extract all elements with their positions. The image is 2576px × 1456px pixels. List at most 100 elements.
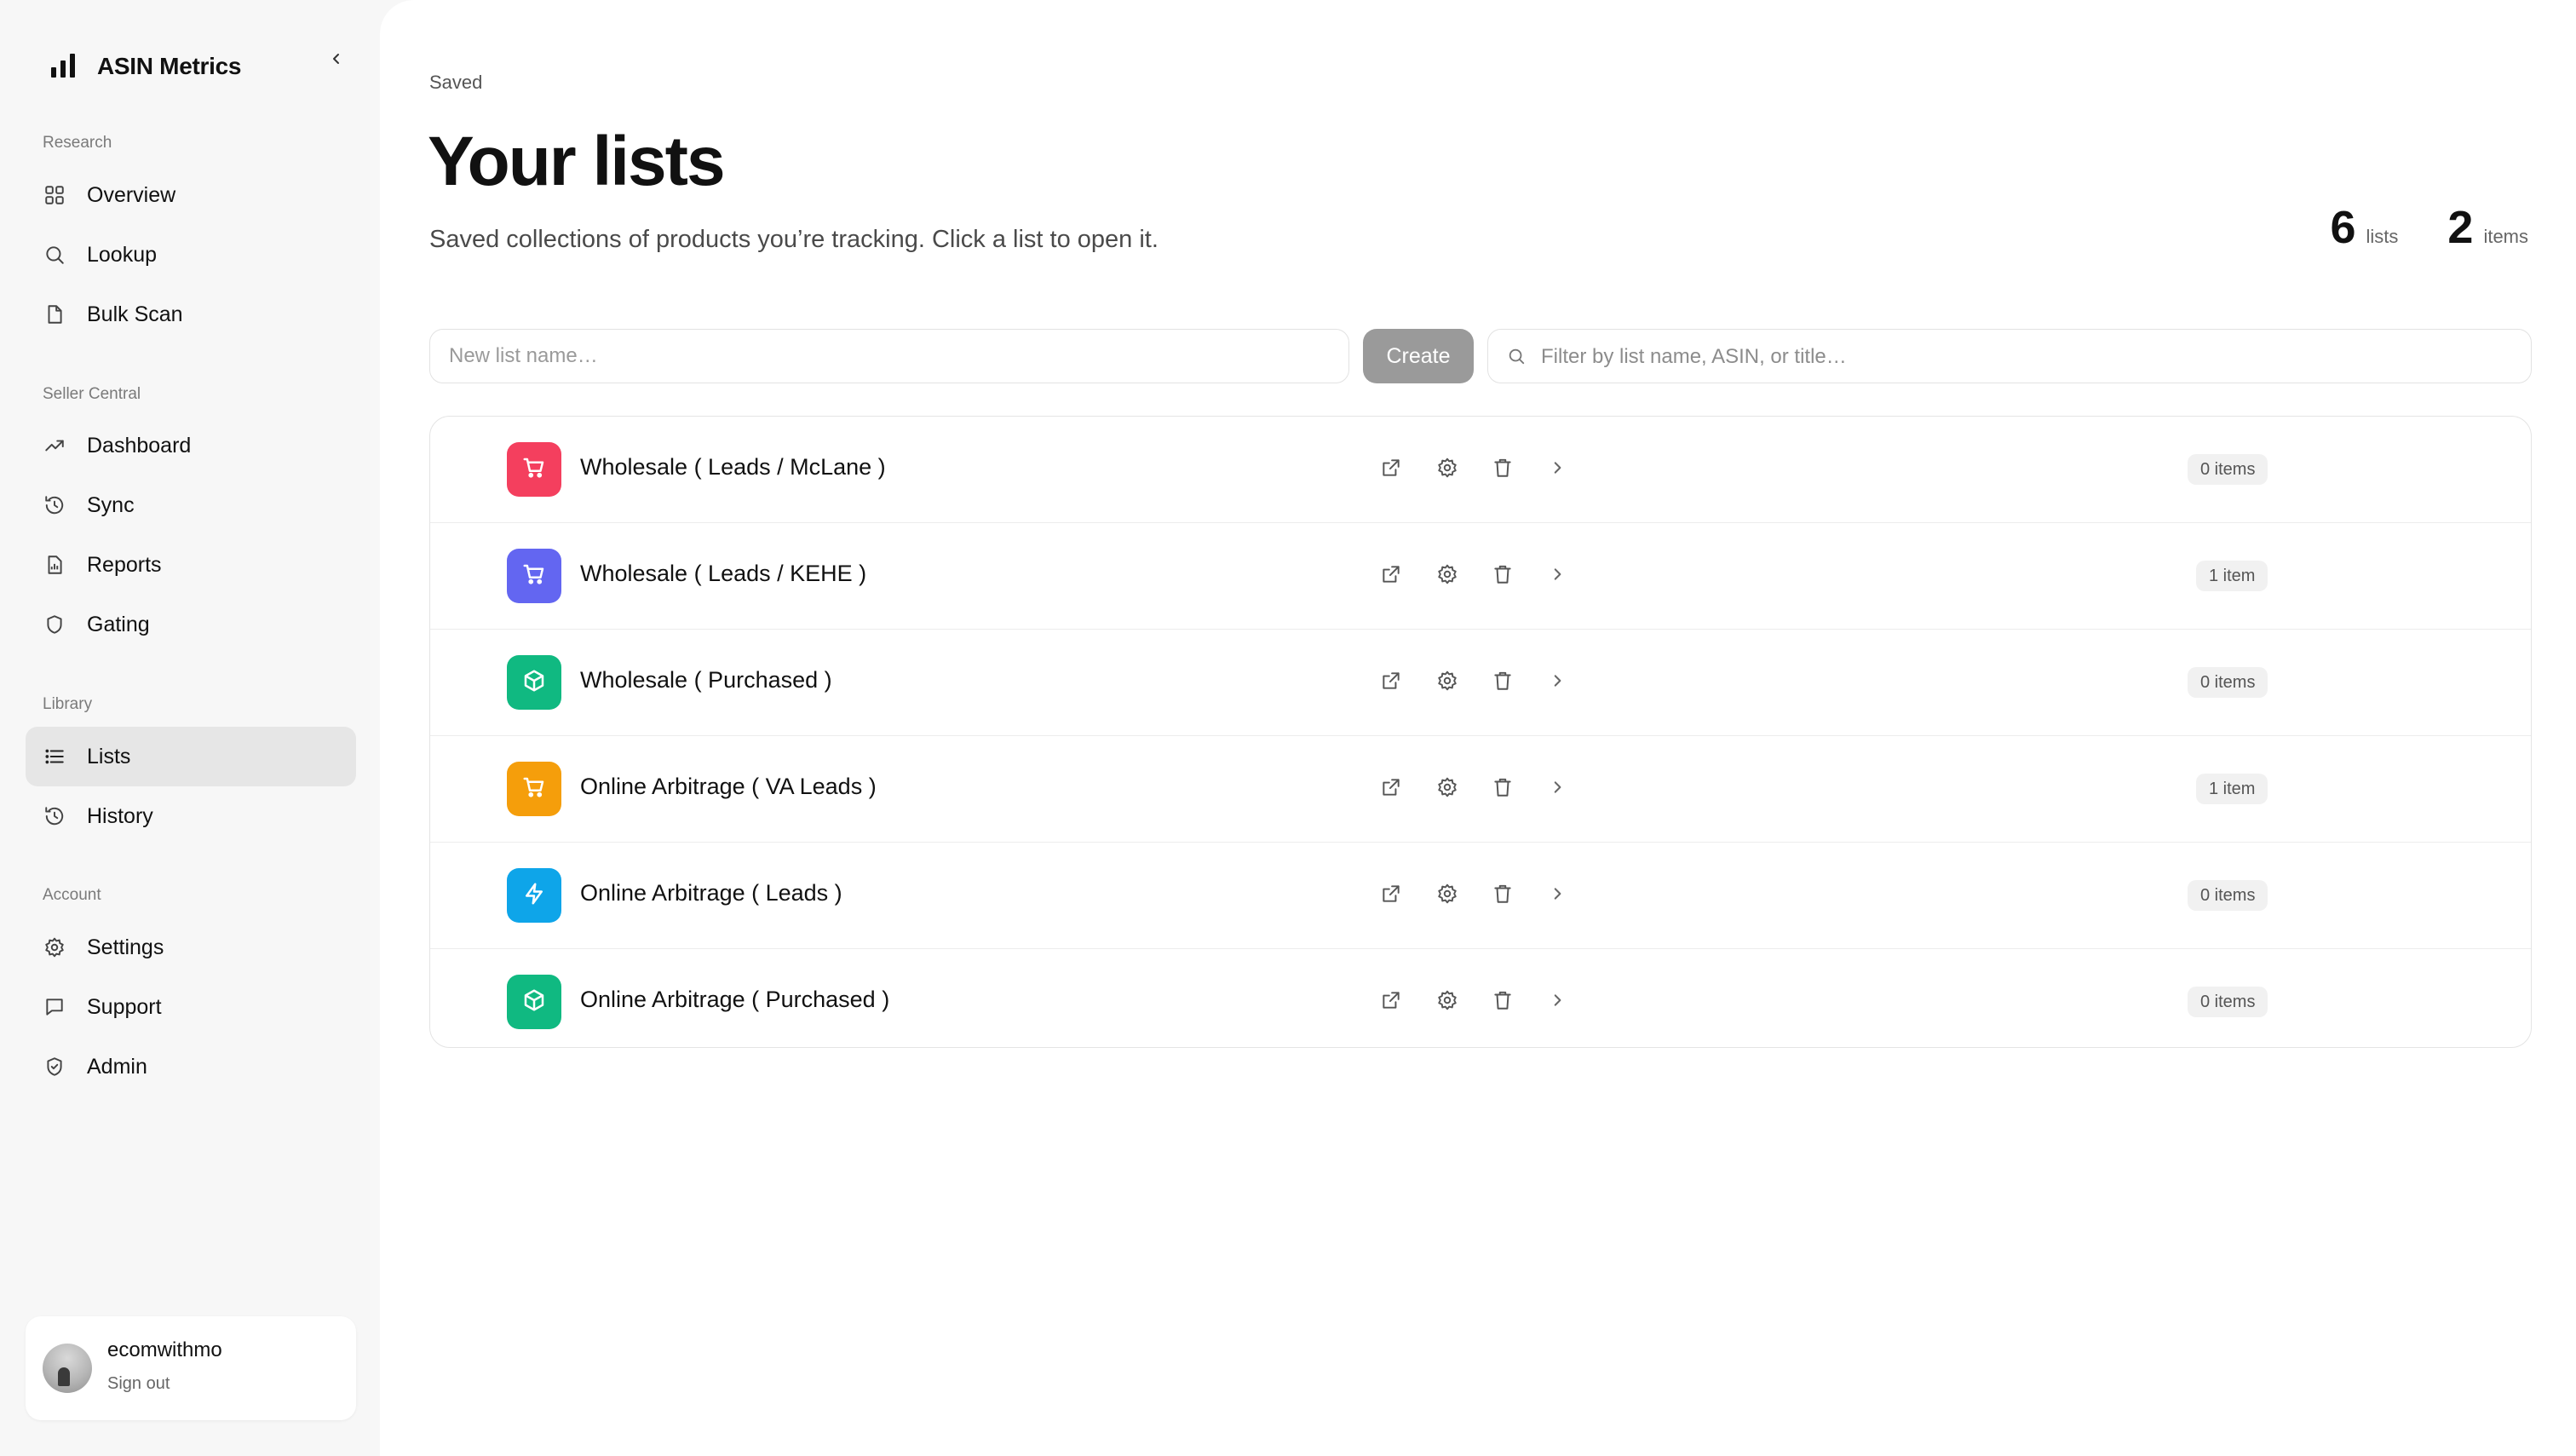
list-settings-button[interactable] <box>1432 987 1463 1017</box>
open-list-chevron[interactable] <box>1542 987 1573 1017</box>
item-count-badge: 0 items <box>2188 987 2268 1017</box>
list-name[interactable]: Online Arbitrage ( Leads ) <box>580 880 842 906</box>
list-row[interactable]: Online Arbitrage ( VA Leads ) 1 item <box>430 736 2531 843</box>
item-count-badge: 1 item <box>2196 561 2268 591</box>
box-icon <box>521 668 547 698</box>
chevron-right-icon <box>1550 673 1565 693</box>
report-icon <box>43 553 66 577</box>
sidebar-item-dashboard[interactable]: Dashboard <box>26 416 356 475</box>
list-settings-button[interactable] <box>1432 880 1463 911</box>
open-list-chevron[interactable] <box>1542 454 1573 485</box>
trash-icon <box>1492 457 1514 483</box>
sidebar-item-reports[interactable]: Reports <box>26 535 356 595</box>
list-settings-button[interactable] <box>1432 667 1463 698</box>
stats: 6 lists 2 items <box>2280 201 2528 254</box>
sidebar-item-label: Support <box>87 994 162 1019</box>
search-icon <box>43 243 66 267</box>
open-list-chevron[interactable] <box>1542 880 1573 911</box>
new-list-name-input[interactable] <box>429 329 1349 383</box>
lists-table: Wholesale ( Leads / McLane ) 0 items Who… <box>429 416 2532 1048</box>
item-count-badge: 0 items <box>2188 454 2268 485</box>
list-row[interactable]: Online Arbitrage ( Leads ) 0 items <box>430 843 2531 949</box>
page-title: Your lists <box>428 123 726 200</box>
collapse-sidebar-button[interactable] <box>324 48 349 73</box>
sidebar-item-label: Lookup <box>87 242 158 267</box>
open-list-button[interactable] <box>1376 880 1406 911</box>
delete-list-button[interactable] <box>1487 774 1518 804</box>
chevron-right-icon <box>1550 460 1565 480</box>
section-label-account: Account <box>43 886 101 904</box>
list-settings-button[interactable] <box>1432 774 1463 804</box>
gear-icon <box>1436 776 1458 803</box>
sidebar-item-label: Bulk Scan <box>87 302 183 326</box>
chevron-right-icon <box>1550 780 1565 799</box>
gear-icon <box>1436 670 1458 696</box>
list-row[interactable]: Online Arbitrage ( Purchased ) 0 items <box>430 949 2531 1047</box>
list-name[interactable]: Wholesale ( Purchased ) <box>580 667 832 693</box>
list-settings-button[interactable] <box>1432 561 1463 591</box>
sidebar: ASIN Metrics Research Overview Lookup Bu… <box>0 0 380 1456</box>
delete-list-button[interactable] <box>1487 454 1518 485</box>
open-list-button[interactable] <box>1376 774 1406 804</box>
list-name[interactable]: Wholesale ( Leads / McLane ) <box>580 454 886 481</box>
bar-chart-icon <box>49 52 78 82</box>
item-count-badge: 1 item <box>2196 774 2268 804</box>
delete-list-button[interactable] <box>1487 987 1518 1017</box>
sidebar-item-lookup[interactable]: Lookup <box>26 225 356 285</box>
sidebar-item-history[interactable]: History <box>26 786 356 846</box>
sidebar-item-gating[interactable]: Gating <box>26 595 356 654</box>
sidebar-item-bulk-scan[interactable]: Bulk Scan <box>26 285 356 344</box>
filter-input[interactable] <box>1539 330 2522 384</box>
list-row[interactable]: Wholesale ( Purchased ) 0 items <box>430 630 2531 736</box>
history-icon <box>43 493 66 517</box>
open-list-button[interactable] <box>1376 561 1406 591</box>
sidebar-item-overview[interactable]: Overview <box>26 165 356 225</box>
delete-list-button[interactable] <box>1487 880 1518 911</box>
delete-list-button[interactable] <box>1487 667 1518 698</box>
list-icon-tile <box>507 655 561 710</box>
chevron-right-icon <box>1550 886 1565 906</box>
brand[interactable]: ASIN Metrics <box>49 51 241 82</box>
external-link-icon <box>1380 883 1402 909</box>
open-list-chevron[interactable] <box>1542 774 1573 804</box>
cart-icon <box>521 774 547 804</box>
avatar[interactable] <box>43 1344 92 1393</box>
gear-icon <box>1436 563 1458 590</box>
create-list-button[interactable]: Create <box>1363 329 1474 383</box>
stat-items: 2 items <box>2447 201 2528 254</box>
list-settings-button[interactable] <box>1432 454 1463 485</box>
sidebar-item-admin[interactable]: Admin <box>26 1037 356 1096</box>
list-name[interactable]: Online Arbitrage ( VA Leads ) <box>580 774 877 800</box>
sign-out-link[interactable]: Sign out <box>107 1374 170 1394</box>
avatar-figure <box>58 1367 70 1386</box>
external-link-icon <box>1380 457 1402 483</box>
open-list-chevron[interactable] <box>1542 667 1573 698</box>
open-list-button[interactable] <box>1376 987 1406 1017</box>
stat-items-unit: items <box>2483 226 2528 247</box>
list-name[interactable]: Wholesale ( Leads / KEHE ) <box>580 561 866 587</box>
open-list-button[interactable] <box>1376 667 1406 698</box>
gear-icon <box>43 935 66 959</box>
open-list-chevron[interactable] <box>1542 561 1573 591</box>
shield-check-icon <box>43 1055 66 1079</box>
gear-icon <box>1436 457 1458 483</box>
list-row[interactable]: Wholesale ( Leads / KEHE ) 1 item <box>430 523 2531 630</box>
search-icon <box>1507 347 1527 367</box>
delete-list-button[interactable] <box>1487 561 1518 591</box>
section-label-research: Research <box>43 134 112 152</box>
list-row[interactable]: Wholesale ( Leads / McLane ) 0 items <box>430 417 2531 523</box>
sidebar-item-sync[interactable]: Sync <box>26 475 356 535</box>
section-label-library: Library <box>43 695 93 713</box>
cart-icon <box>521 561 547 591</box>
shield-icon <box>43 613 66 636</box>
list-name[interactable]: Online Arbitrage ( Purchased ) <box>580 987 889 1013</box>
page-eyebrow: Saved <box>429 72 483 93</box>
open-list-button[interactable] <box>1376 454 1406 485</box>
main-content: Saved Your lists Saved collections of pr… <box>380 0 2576 1456</box>
sidebar-item-label: Dashboard <box>87 433 192 458</box>
sidebar-item-lists[interactable]: Lists <box>26 727 356 786</box>
sidebar-item-support[interactable]: Support <box>26 977 356 1037</box>
chevron-right-icon <box>1550 993 1565 1012</box>
list-icon-tile <box>507 868 561 923</box>
sidebar-item-settings[interactable]: Settings <box>26 918 356 977</box>
